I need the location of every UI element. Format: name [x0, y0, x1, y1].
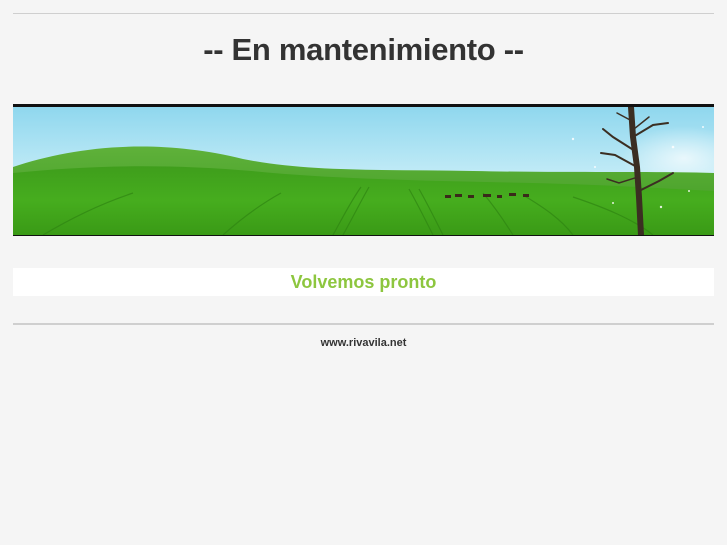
- footer-link[interactable]: www.rivavila.net: [0, 336, 727, 350]
- maintenance-page: -- En mantenimiento -- Volvemos pronto w…: [0, 0, 727, 545]
- status-message: Volvemos pronto: [290, 272, 437, 292]
- message-panel: Volvemos pronto: [13, 268, 714, 296]
- page-title: -- En mantenimiento --: [203, 32, 524, 67]
- banner-image: [13, 104, 714, 236]
- bottom-divider: [13, 323, 714, 325]
- meadow-landscape-illustration: [13, 107, 714, 235]
- top-divider: [13, 13, 714, 14]
